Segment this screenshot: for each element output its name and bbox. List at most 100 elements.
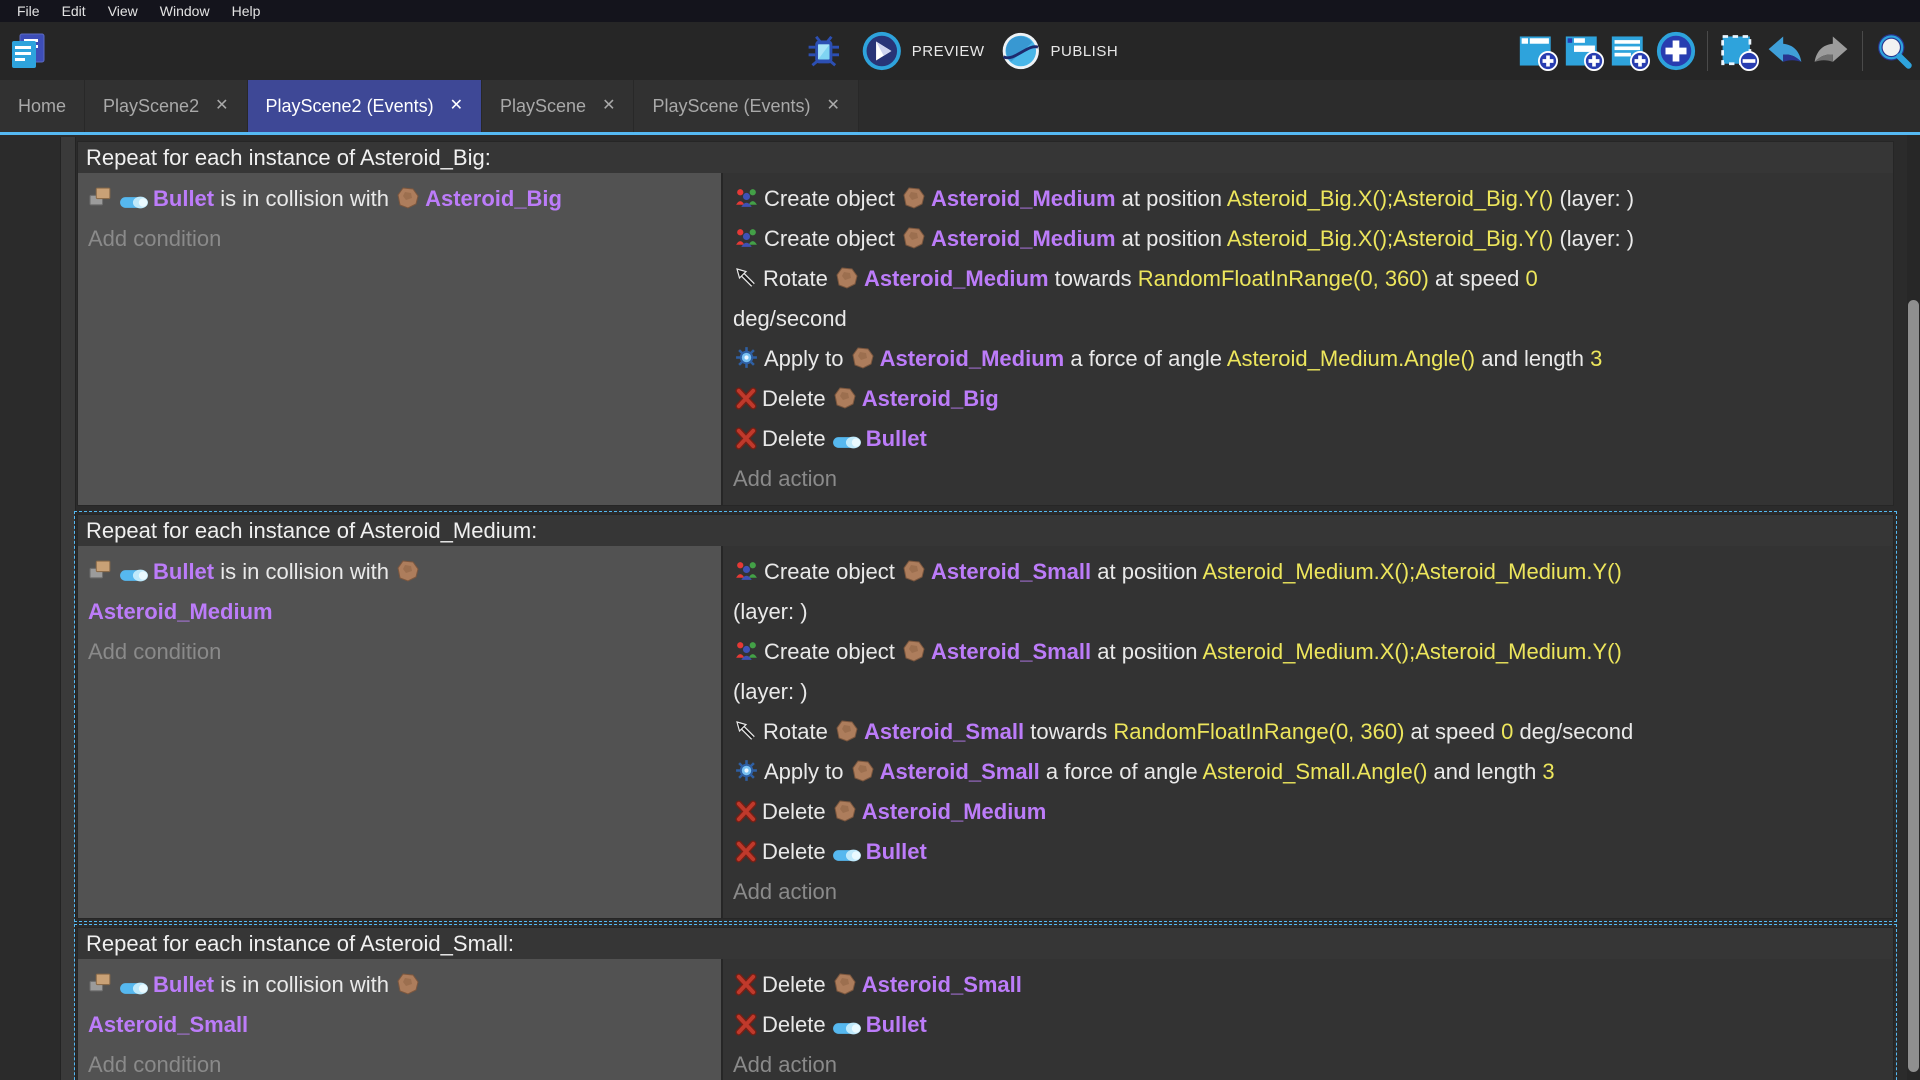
asteroid-icon: [833, 386, 857, 410]
action-row[interactable]: Apply to Asteroid_Small a force of angle…: [733, 752, 1883, 792]
add-action-link[interactable]: Add action: [733, 872, 1883, 912]
scrollbar-thumb[interactable]: [1908, 300, 1919, 1072]
tab-playscene2[interactable]: PlayScene2✕: [85, 80, 247, 132]
add-condition-link[interactable]: Add condition: [88, 632, 711, 672]
expression: RandomFloatInRange(0, 360): [1113, 719, 1404, 744]
delete-icon: [734, 1013, 757, 1036]
menu-file[interactable]: File: [6, 0, 51, 22]
events-sheet: Repeat for each instance of Asteroid_Big…: [0, 135, 1920, 1080]
undo-icon[interactable]: [1763, 29, 1807, 73]
instruction-text: Create object: [764, 639, 901, 664]
instruction-text: Apply to: [764, 759, 850, 784]
action-row[interactable]: Rotate Asteroid_Small towards RandomFloa…: [733, 712, 1883, 752]
tab-close-icon[interactable]: ✕: [602, 80, 615, 132]
instruction-text: is in collision with: [214, 972, 395, 997]
add-condition-link[interactable]: Add condition: [88, 219, 711, 259]
event-block: Repeat for each instance of Asteroid_Med…: [77, 514, 1894, 919]
add-action-link[interactable]: Add action: [733, 1045, 1883, 1080]
action-row[interactable]: Create object Asteroid_Small at position…: [733, 632, 1883, 712]
instruction-text: Apply to: [764, 346, 850, 371]
instruction-text: towards: [1024, 719, 1113, 744]
action-row[interactable]: Delete Asteroid_Medium: [733, 792, 1883, 832]
add-comment-icon[interactable]: [1608, 29, 1652, 73]
actions-panel: Create object Asteroid_Medium at positio…: [723, 173, 1893, 505]
object-name: Bullet: [153, 972, 214, 997]
object-name: Asteroid_Medium: [880, 346, 1065, 371]
action-row[interactable]: Rotate Asteroid_Medium towards RandomFlo…: [733, 259, 1883, 339]
action-row[interactable]: Create object Asteroid_Medium at positio…: [733, 219, 1883, 259]
toolbar: PREVIEW PUBLISH: [0, 22, 1920, 80]
tab-close-icon[interactable]: ✕: [450, 80, 463, 132]
add-sub-event-icon[interactable]: [1562, 29, 1606, 73]
object-name: Bullet: [866, 1012, 927, 1037]
instruction-text: Create object: [764, 186, 901, 211]
delete-icon: [734, 973, 757, 996]
action-row[interactable]: Delete Bullet: [733, 1005, 1883, 1045]
toolbar-left: [6, 29, 50, 76]
asteroid-icon: [396, 186, 420, 210]
delete-icon: [734, 800, 757, 823]
publish-button[interactable]: PUBLISH: [998, 29, 1118, 73]
instruction-text: Delete: [762, 426, 832, 451]
action-row[interactable]: Create object Asteroid_Medium at positio…: [733, 179, 1883, 219]
asteroid-icon: [835, 719, 859, 743]
gdevelop-app: FileEditViewWindowHelp PREVIEW PUBLISH H…: [0, 0, 1920, 1080]
tab-close-icon[interactable]: ✕: [827, 80, 840, 132]
menu-help[interactable]: Help: [221, 0, 272, 22]
tab-playscene-events[interactable]: PlayScene (Events)✕: [634, 80, 858, 132]
tab-playscene2-events[interactable]: PlayScene2 (Events)✕: [248, 80, 483, 132]
object-name: Asteroid_Small: [931, 639, 1091, 664]
event-block: Repeat for each instance of Asteroid_Sma…: [77, 927, 1894, 1080]
tab-playscene[interactable]: PlayScene✕: [482, 80, 634, 132]
remove-selection-icon[interactable]: [1717, 29, 1761, 73]
add-new-icon[interactable]: [1654, 29, 1698, 73]
expression: Asteroid_Medium.Angle(): [1227, 346, 1475, 371]
condition-row[interactable]: Bullet is in collision with Asteroid_Big: [88, 179, 711, 219]
asteroid-icon: [396, 972, 420, 996]
event-header[interactable]: Repeat for each instance of Asteroid_Sma…: [78, 928, 1893, 959]
menu-view[interactable]: View: [97, 0, 149, 22]
bullet-icon: [120, 981, 148, 996]
search-icon[interactable]: [1872, 29, 1916, 73]
action-row[interactable]: Delete Asteroid_Big: [733, 379, 1883, 419]
globe-icon: [998, 29, 1042, 73]
object-name: Asteroid_Medium: [862, 799, 1047, 824]
event-header[interactable]: Repeat for each instance of Asteroid_Big…: [78, 142, 1893, 173]
add-action-link[interactable]: Add action: [733, 459, 1883, 499]
object-name: Asteroid_Small: [880, 759, 1040, 784]
tab-home[interactable]: Home: [0, 80, 85, 132]
action-row[interactable]: Delete Bullet: [733, 419, 1883, 459]
condition-row[interactable]: Bullet is in collision with Asteroid_Sma…: [88, 965, 711, 1045]
force-icon: [734, 345, 759, 370]
action-row[interactable]: Delete Asteroid_Small: [733, 965, 1883, 1005]
menu-edit[interactable]: Edit: [51, 0, 97, 22]
debug-icon[interactable]: [802, 29, 846, 73]
play-icon: [860, 29, 904, 73]
preview-button[interactable]: PREVIEW: [860, 29, 985, 73]
expression: 0: [1501, 719, 1513, 744]
toolbar-separator: [1707, 31, 1708, 71]
expression: 3: [1542, 759, 1554, 784]
toolbar-center: PREVIEW PUBLISH: [802, 22, 1118, 80]
asteroid-icon: [833, 972, 857, 996]
event-body: Bullet is in collision with Asteroid_Med…: [78, 546, 1893, 918]
preview-label: PREVIEW: [912, 43, 985, 60]
object-name: Asteroid_Small: [864, 719, 1024, 744]
vertical-scrollbar[interactable]: [1907, 135, 1920, 1080]
add-condition-link[interactable]: Add condition: [88, 1045, 711, 1080]
event-header[interactable]: Repeat for each instance of Asteroid_Med…: [78, 515, 1893, 546]
action-row[interactable]: Create object Asteroid_Small at position…: [733, 552, 1883, 632]
redo-icon[interactable]: [1809, 29, 1853, 73]
condition-row[interactable]: Bullet is in collision with Asteroid_Med…: [88, 552, 711, 632]
action-row[interactable]: Apply to Asteroid_Medium a force of angl…: [733, 339, 1883, 379]
add-event-icon[interactable]: [1516, 29, 1560, 73]
tab-close-icon[interactable]: ✕: [215, 80, 228, 132]
asteroid-icon: [851, 759, 875, 783]
create-icon: [734, 225, 759, 250]
menu-window[interactable]: Window: [149, 0, 221, 22]
action-row[interactable]: Delete Bullet: [733, 832, 1883, 872]
project-manager-icon[interactable]: [6, 29, 50, 73]
menu-bar: FileEditViewWindowHelp: [0, 0, 1920, 22]
instruction-text: Rotate: [763, 266, 834, 291]
instruction-text: Rotate: [763, 719, 834, 744]
